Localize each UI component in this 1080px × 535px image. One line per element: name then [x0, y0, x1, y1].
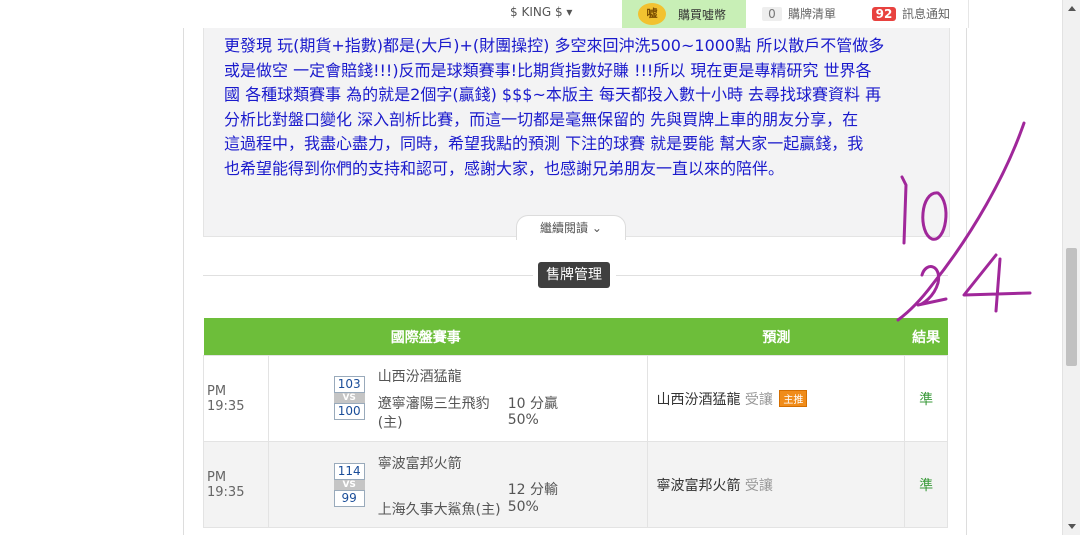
article-line: 更發現 玩(期貨+指數)都是(大戶)+(財團操控) 多空來回沖洗500~1000… [224, 36, 885, 55]
article-line: 也希望能得到你們的支持和認可，感謝大家，也感謝兄弟朋友一直以來的陪伴。 [224, 158, 785, 178]
cart-label: 購牌清單 [788, 7, 837, 21]
score-box: 103 VS 100 [333, 376, 365, 420]
prediction-type: 受讓 [744, 477, 773, 494]
notifications-link[interactable]: 92 訊息通知 [872, 5, 950, 22]
article-line: 分析比對盤口變化 深入剖析比賽，而這一切都是毫無保留的 先與買牌上車的朋友分享，… [224, 109, 859, 129]
prediction-cell: 寧波富邦火箭 受讓 [647, 441, 906, 528]
prediction-type: 受讓 [744, 391, 773, 408]
read-more-label: 繼續閱讀 [540, 221, 589, 235]
team-1: 山西汾酒猛龍 [377, 369, 462, 385]
article-line: 國 各種球類賽事 為的就是2個字(贏錢) $$$~本版主 每天都投入數十小時 去… [224, 85, 882, 104]
vs-label: VS [333, 480, 365, 490]
team-2: 遼寧瀋陽三生飛豹 [377, 396, 490, 412]
team-2: 上海久事大鯊魚(主) [377, 502, 501, 518]
scroll-up-icon[interactable] [1068, 6, 1076, 11]
handwriting-zero [921, 191, 948, 241]
header-match: 國際盤賽事 [203, 318, 648, 356]
spread: 12 分輸 [507, 482, 558, 498]
match-cell: 114 VS 99 寧波富邦火箭 12 分輸 上海久事大鯊魚(主) 50% [267, 441, 649, 528]
table-row: PM 19:35 114 VS 99 寧波富邦火箭 12 分輸 上海久事大鯊魚(… [203, 441, 948, 528]
match-time: PM 19:35 [203, 441, 269, 528]
article-box: 更發現 玩(期貨+指數)都是(大戶)+(財團操控) 多空來回沖洗500~1000… [203, 28, 950, 237]
percentage: 50% [507, 499, 539, 515]
content-border-left [183, 28, 184, 535]
divider-left [203, 275, 533, 276]
handwriting-slash [896, 121, 1026, 322]
caret-down-icon: ▾ [566, 5, 573, 19]
table-row: PM 19:35 103 VS 100 山西汾酒猛龍 遼寧瀋陽三生飛豹 (主) … [203, 355, 948, 442]
article-line: 或是做空 一定會賠錢!!!)反而是球類賽事!比期貨指數好賺 !!!所以 現在更是… [224, 60, 872, 80]
percentage: 50% [507, 412, 539, 428]
header-prediction: 預測 [647, 318, 905, 356]
buy-coin-label: 購買噓幣 [678, 8, 727, 22]
spread: 10 分贏 [507, 396, 558, 412]
vs-label: VS [333, 393, 365, 403]
result-status: 準 [904, 441, 948, 528]
notify-count-badge: 92 [872, 7, 896, 21]
user-menu[interactable]: $ KING $ ▾ [510, 5, 572, 19]
article-line: 這過程中，我盡心盡力，同時，希望我點的預測 下注的球賽 就是要能 幫大家一起贏錢… [224, 134, 864, 153]
handwriting-one [900, 175, 908, 245]
home-score: 114 [333, 463, 365, 480]
away-score: 99 [333, 490, 365, 507]
scroll-thumb[interactable] [1066, 248, 1077, 366]
coin-icon: 嘘 [638, 3, 666, 25]
cart-count-badge: 0 [762, 7, 782, 21]
score-box: 114 VS 99 [333, 463, 365, 507]
away-score: 100 [333, 403, 365, 420]
team-2-suffix: (主) [377, 415, 403, 431]
read-more-button[interactable]: 繼續閱讀 ⌄ [516, 215, 626, 240]
article-text: 更發現 玩(期貨+指數)都是(大戶)+(財團操控) 多空來回沖洗500~1000… [224, 34, 934, 181]
buy-coin-button[interactable]: 嘘 購買噓幣 [622, 0, 746, 28]
handwriting-four [962, 253, 1032, 313]
match-cell: 103 VS 100 山西汾酒猛龍 遼寧瀋陽三生飛豹 (主) 10 分贏 50% [267, 355, 649, 442]
home-score: 103 [333, 376, 365, 393]
chevron-down-icon: ⌄ [591, 221, 602, 235]
prediction-cell: 山西汾酒猛龍 受讓 主推 [647, 355, 906, 442]
result-status: 準 [904, 355, 948, 442]
nav-divider [968, 0, 969, 28]
featured-tag: 主推 [779, 389, 808, 407]
notify-label: 訊息通知 [902, 7, 951, 21]
vertical-scrollbar[interactable] [1062, 0, 1080, 535]
handwritten-date-annotation [896, 121, 1032, 322]
matches-table: 國際盤賽事 預測 結果 PM 19:35 103 VS 100 山西汾酒猛龍 遼… [203, 318, 948, 528]
prediction-team: 山西汾酒猛龍 [656, 391, 741, 408]
prediction-team: 寧波富邦火箭 [656, 477, 741, 494]
top-nav: $ KING $ ▾ 嘘 購買噓幣 0 購牌清單 92 訊息通知 [0, 0, 1062, 28]
sales-management-button[interactable]: 售牌管理 [538, 262, 610, 288]
cart-link[interactable]: 0 購牌清單 [762, 5, 836, 22]
scroll-down-icon[interactable] [1068, 524, 1076, 529]
match-time: PM 19:35 [203, 355, 269, 442]
table-header: 國際盤賽事 預測 結果 [203, 318, 948, 356]
username: $ KING $ [510, 5, 563, 19]
team-1: 寧波富邦火箭 [377, 456, 462, 472]
